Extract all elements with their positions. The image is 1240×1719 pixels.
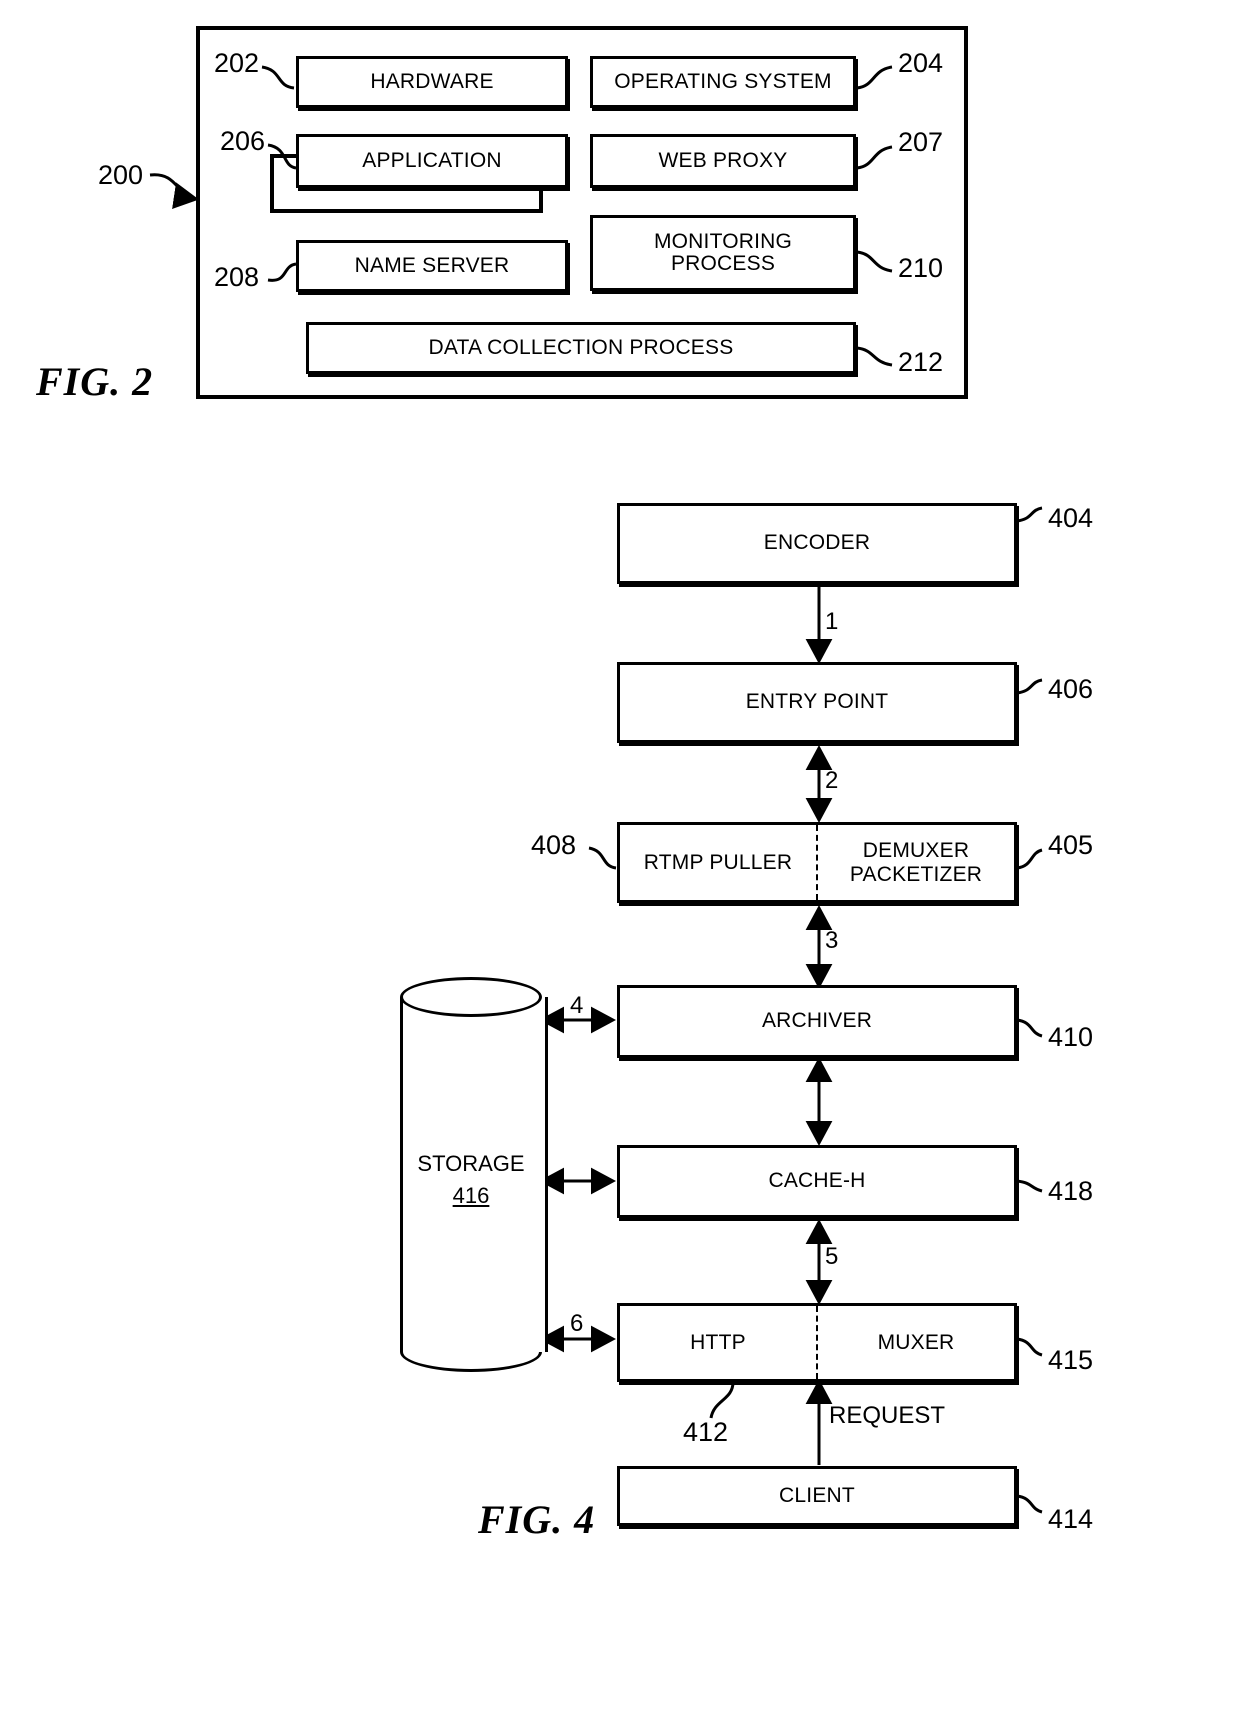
ref-202: 202	[214, 48, 260, 78]
leader-408	[588, 846, 617, 870]
ref-415: 415	[1048, 1345, 1094, 1375]
block-demuxer-packetizer-label-line2: PACKETIZER	[849, 862, 983, 886]
ref-204: 204	[898, 48, 944, 78]
block-client-label: CLIENT	[779, 1483, 855, 1507]
block-application: APPLICATION	[296, 134, 568, 188]
step-number-1: 1	[825, 608, 839, 635]
leader-406	[1016, 678, 1043, 695]
block-operating-system: OPERATING SYSTEM	[590, 56, 856, 108]
leader-415	[1016, 1337, 1043, 1357]
block-cache-h: CACHE-H	[617, 1145, 1017, 1218]
ref-406: 406	[1048, 674, 1094, 704]
block-demuxer-packetizer: DEMUXER PACKETIZER	[816, 825, 1014, 900]
ref-412: 412	[683, 1417, 729, 1447]
ref-206: 206	[220, 126, 266, 156]
storage-label: STORAGE	[417, 1151, 525, 1176]
block-http: HTTP	[620, 1306, 816, 1379]
block-archiver: ARCHIVER	[617, 985, 1017, 1058]
block-application-label: APPLICATION	[362, 148, 502, 172]
block-rtmp-puller-demuxer: RTMP PULLER DEMUXER PACKETIZER	[617, 822, 1017, 903]
block-muxer: MUXER	[816, 1306, 1014, 1379]
ref-416: 416	[452, 1182, 490, 1208]
ref-212: 212	[898, 347, 944, 377]
ref-207: 207	[898, 127, 944, 157]
block-entry-point-label: ENTRY POINT	[745, 690, 889, 714]
block-web-proxy-label: WEB PROXY	[658, 148, 788, 172]
ref-405: 405	[1048, 830, 1094, 860]
block-http-muxer: HTTP MUXER	[617, 1303, 1017, 1382]
ref-200: 200	[98, 160, 144, 190]
block-entry-point: ENTRY POINT	[617, 662, 1017, 743]
fig2-label: FIG. 2	[36, 359, 154, 404]
leader-200	[149, 173, 199, 210]
leader-410	[1016, 1018, 1043, 1038]
block-data-collection-process-label: DATA COLLECTION PROCESS	[428, 335, 734, 359]
leader-405	[1016, 848, 1043, 870]
ref-418: 418	[1048, 1176, 1094, 1206]
block-data-collection-process: DATA COLLECTION PROCESS	[306, 322, 856, 374]
block-demuxer-packetizer-label-line1: DEMUXER	[862, 838, 970, 862]
block-hardware: HARDWARE	[296, 56, 568, 108]
block-hardware-label: HARDWARE	[370, 69, 494, 93]
block-name-server-label: NAME SERVER	[354, 253, 510, 277]
leader-404	[1016, 506, 1043, 523]
ref-208: 208	[214, 262, 260, 292]
block-archiver-label: ARCHIVER	[761, 1009, 873, 1033]
block-http-label: HTTP	[690, 1330, 746, 1354]
block-client: CLIENT	[617, 1466, 1017, 1526]
leader-412	[709, 1381, 735, 1419]
block-name-server: NAME SERVER	[296, 240, 568, 292]
step-number-4: 4	[570, 992, 584, 1019]
ref-408: 408	[531, 830, 577, 860]
ref-414: 414	[1048, 1504, 1094, 1534]
ref-404: 404	[1048, 503, 1094, 533]
request-label: REQUEST	[829, 1402, 946, 1429]
ref-210: 210	[898, 253, 944, 283]
block-cache-h-label: CACHE-H	[768, 1169, 866, 1193]
block-rtmp-puller-label: RTMP PULLER	[643, 850, 793, 874]
step-number-3: 3	[825, 927, 839, 954]
leader-414	[1016, 1494, 1043, 1514]
block-monitoring-process-label-line1: MONITORING	[653, 229, 793, 253]
block-encoder-label: ENCODER	[763, 531, 871, 555]
leader-418	[1016, 1179, 1043, 1193]
step-number-2: 2	[825, 767, 839, 794]
block-web-proxy: WEB PROXY	[590, 134, 856, 188]
step-number-5: 5	[825, 1243, 839, 1270]
ref-410: 410	[1048, 1022, 1094, 1052]
fig4-label: FIG. 4	[478, 1497, 596, 1542]
storage-cylinder-top	[400, 977, 542, 1017]
block-muxer-label: MUXER	[877, 1330, 955, 1354]
block-monitoring-process: MONITORING PROCESS	[590, 215, 856, 291]
block-rtmp-puller: RTMP PULLER	[620, 825, 816, 900]
block-encoder: ENCODER	[617, 503, 1017, 584]
step-number-6: 6	[570, 1310, 584, 1337]
block-monitoring-process-label-line2: PROCESS	[670, 252, 776, 275]
storage-label-group: STORAGE 416	[400, 1148, 542, 1212]
block-operating-system-label: OPERATING SYSTEM	[614, 69, 832, 93]
